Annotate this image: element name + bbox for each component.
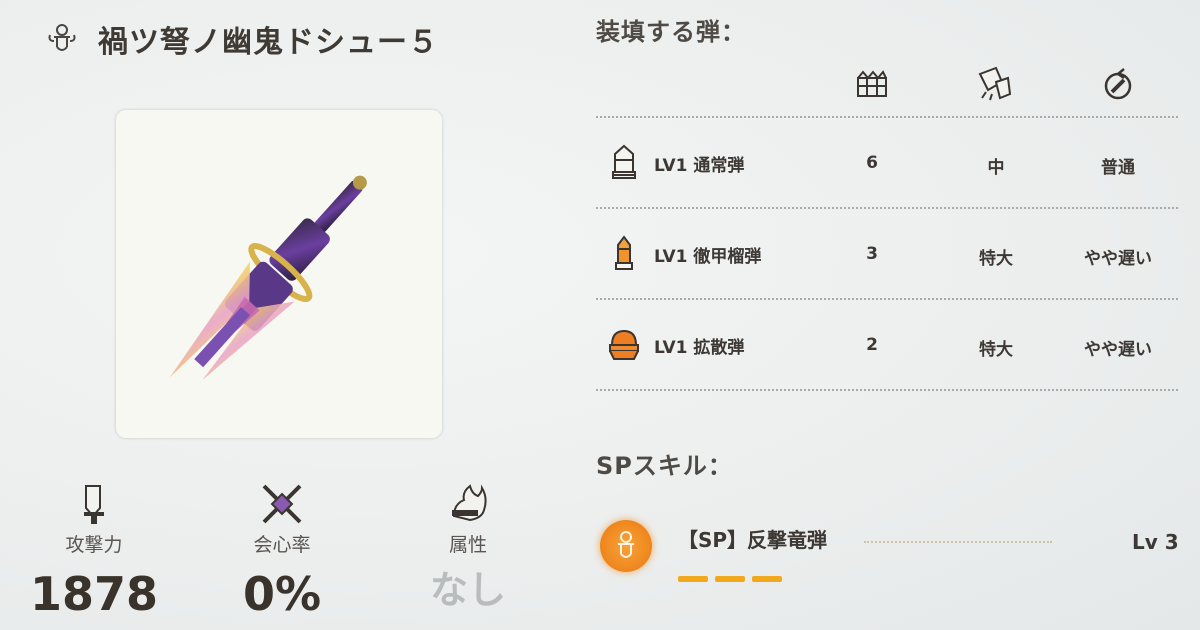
sp-gauge-segment [715,576,745,582]
crossed-blades-icon [262,484,302,524]
sp-gauge-segment [752,576,782,582]
sp-skill-level: Lv 3 [1132,530,1179,554]
ammo-recoil: 特大 [979,249,1013,269]
weapon-header: 禍ツ弩ノ幽鬼ドシュー５ [44,14,439,64]
stat-element: 属性 なし [388,482,548,609]
stat-value: なし [429,568,506,612]
sp-skill-icon [618,531,634,558]
sp-skill-leader [864,541,1052,543]
stat-affinity: 会心率 0% [202,482,362,617]
stat-value: 1878 [29,567,159,621]
element-flame-icon [452,484,487,522]
stat-label: 会心率 [253,534,311,556]
sp-skill-name: 【SP】反撃竜弾 [678,528,828,552]
normal-ammo-icon [612,144,636,179]
stat-value: 0% [242,567,322,621]
divider [596,389,1178,391]
ammo-heading: 装填する弾： [596,18,746,46]
ammo-reload: やや遅い [1084,340,1152,360]
weapon-image-card [116,110,442,438]
reload-icon [1104,68,1132,100]
ammo-reload: 普通 [1101,158,1135,178]
sp-gauge-segment [678,576,708,582]
sp-heading: SPスキル： [596,452,733,480]
ammo-capacity: 3 [866,244,878,264]
ammo-capacity: 2 [866,335,878,355]
capacity-icon [857,70,887,97]
weapon-name: 禍ツ弩ノ幽鬼ドシュー５ [98,25,439,60]
stat-attack: 攻撃力 1878 [14,482,174,617]
weapon-illustration [169,175,367,380]
sp-skill-badge [600,520,652,572]
bowgun-type-icon [48,24,76,51]
stat-label: 攻撃力 [65,534,123,556]
sword-icon [84,485,104,524]
recoil-icon [978,66,1012,101]
ammo-recoil: 中 [987,158,1005,178]
spread-ammo-icon [609,329,639,360]
ammo-capacity: 6 [866,153,878,173]
ammo-recoil: 特大 [979,340,1013,360]
ammo-reload: やや遅い [1084,249,1152,269]
pierce-ammo-icon [615,235,633,270]
stat-label: 属性 [448,534,487,556]
